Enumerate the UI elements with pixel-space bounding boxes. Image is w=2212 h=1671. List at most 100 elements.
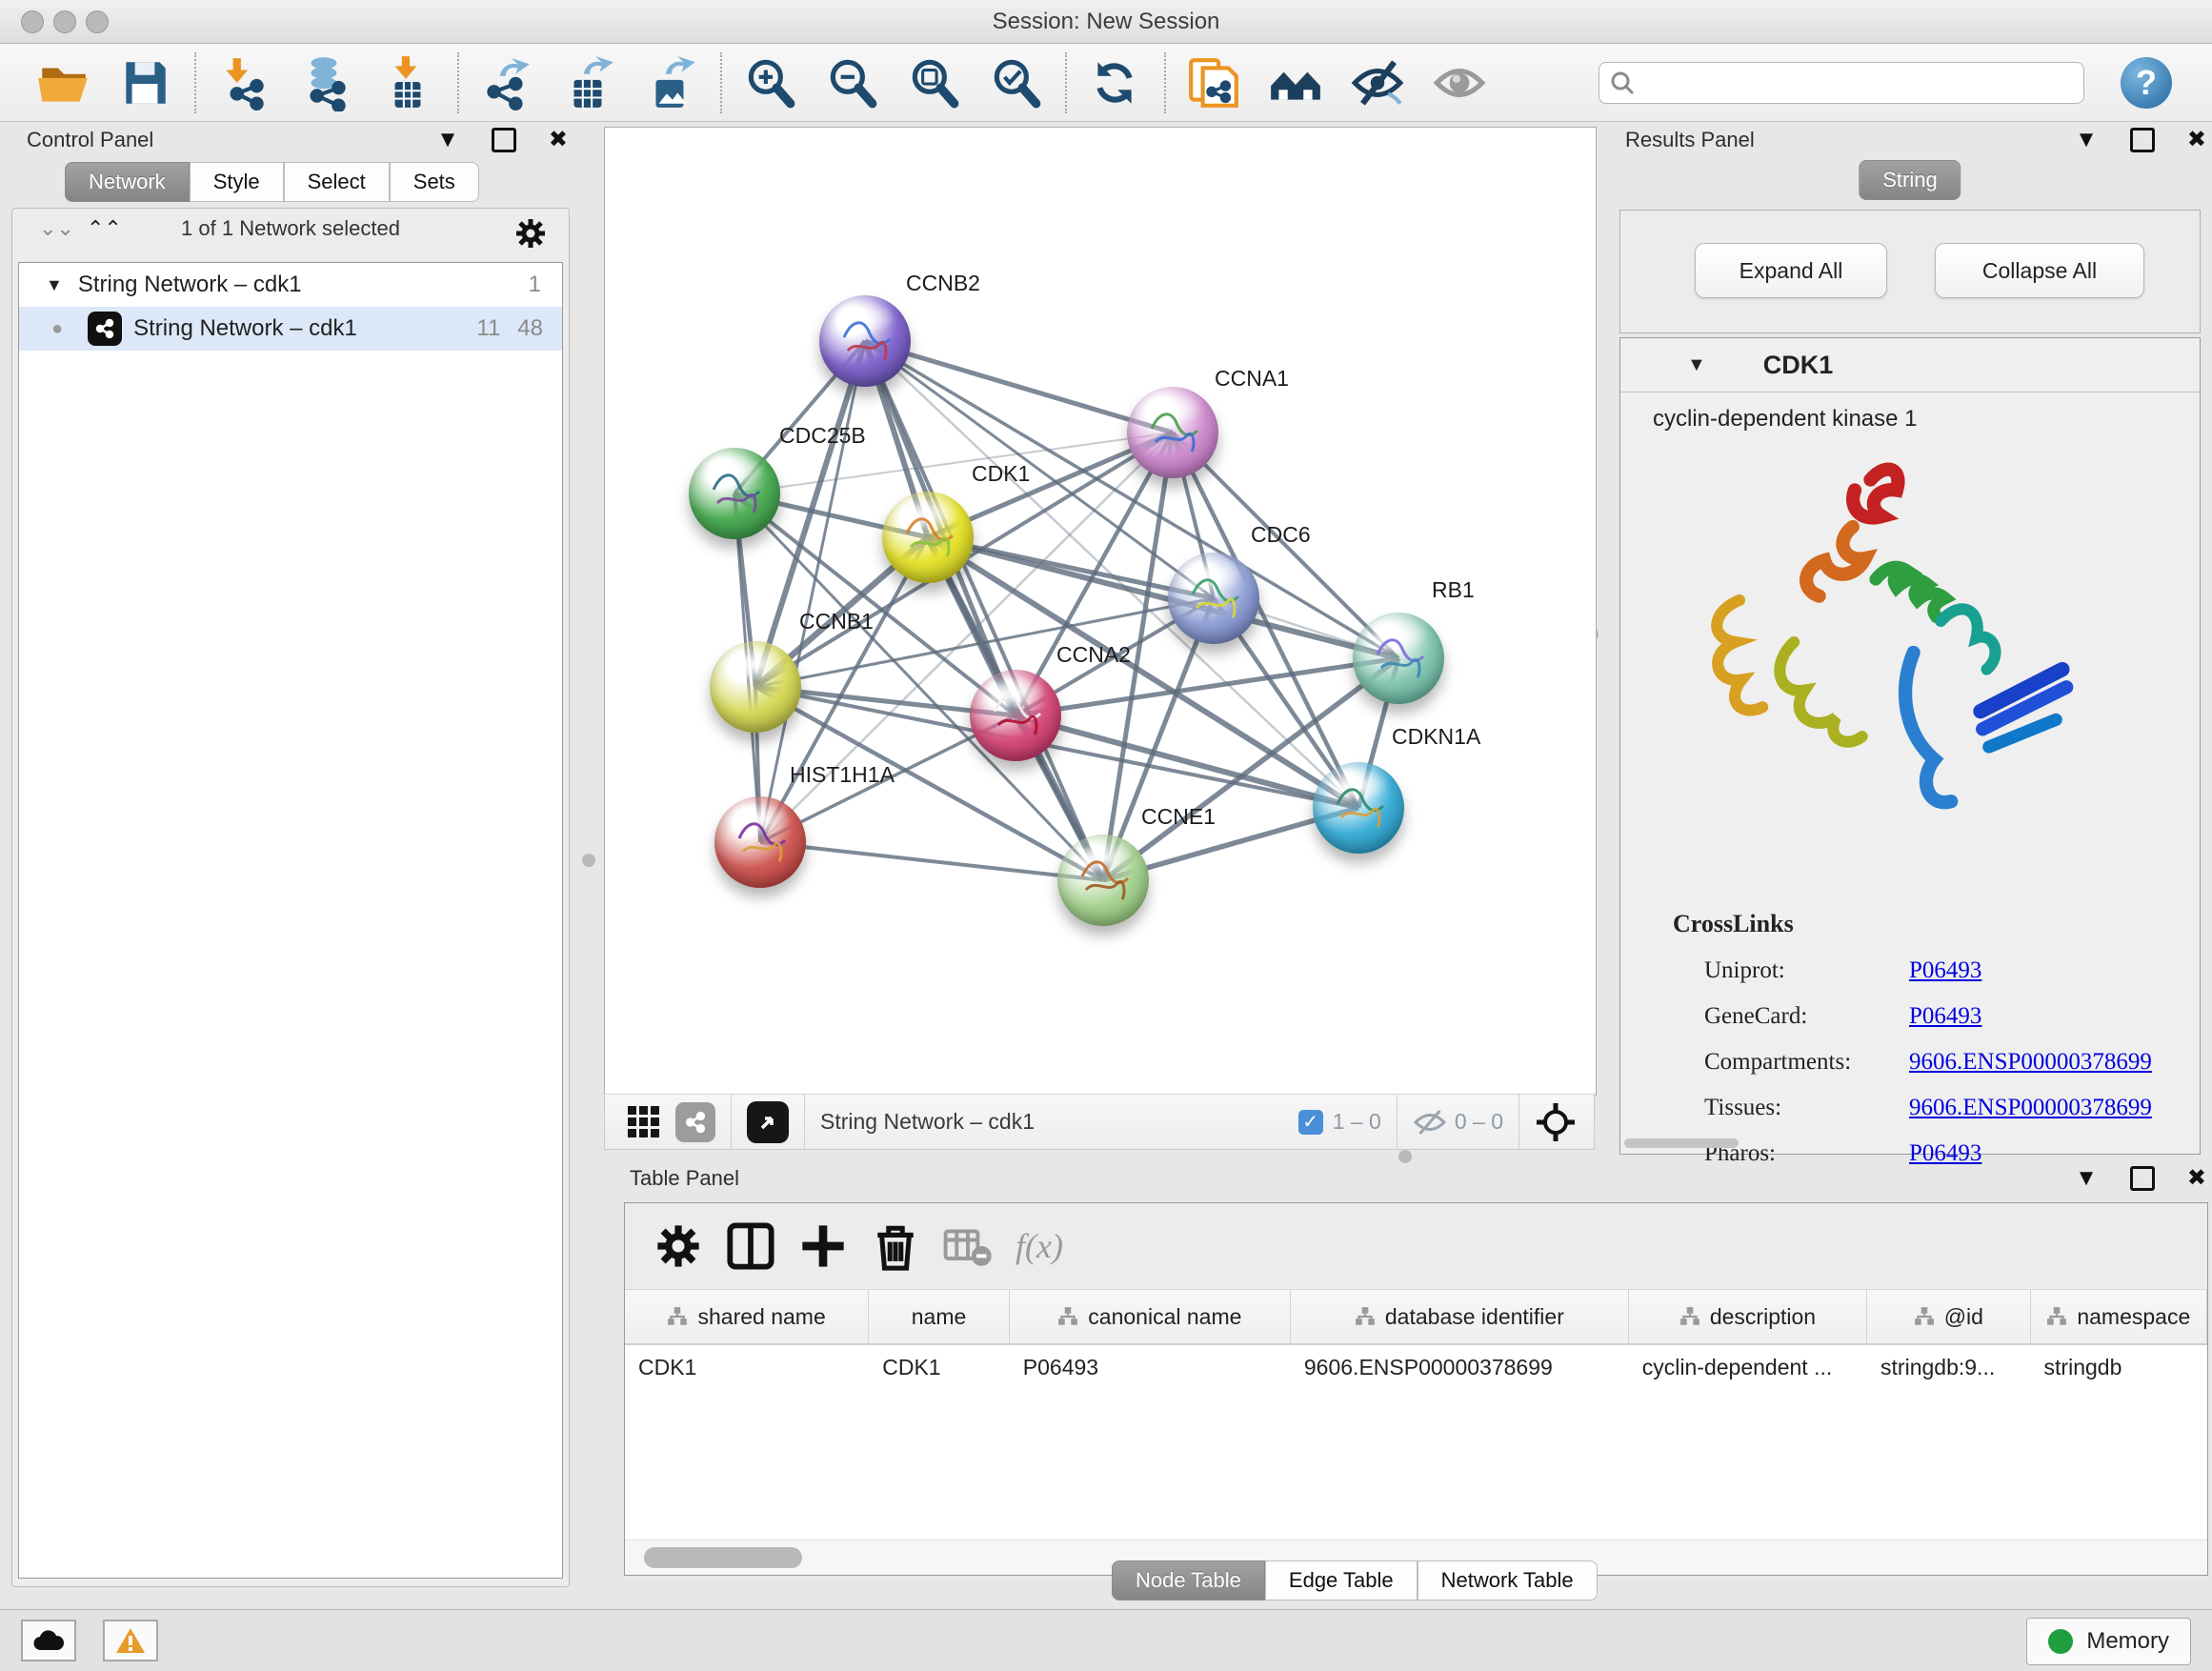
memory-button[interactable]: Memory [2026,1618,2191,1665]
crosslink-value-link[interactable]: 9606.ENSP00000378699 [1909,1049,2152,1076]
crosslink-row: Tissues:9606.ENSP00000378699 [1620,1095,2200,1121]
protein-thumbnail-icon [982,687,1049,744]
zoom-selected-icon[interactable] [987,54,1044,111]
column-header[interactable]: database identifier [1291,1290,1629,1343]
crosslink-value-link[interactable]: P06493 [1909,1003,1981,1030]
column-header-label: @id [1944,1304,1983,1330]
tab-network-table[interactable]: Network Table [1418,1560,1598,1601]
float-panel-icon[interactable] [2130,128,2155,152]
cloud-button[interactable] [21,1620,76,1661]
network-node-ccnb2[interactable] [819,295,911,387]
network-node-cdkn1a[interactable] [1313,762,1404,854]
table-hscroll-thumb[interactable] [644,1547,802,1568]
network-node-ccna1[interactable] [1127,387,1218,478]
crosslink-row: GeneCard:P06493 [1620,1003,2200,1030]
column-type-icon [1679,1306,1700,1327]
export-table-icon[interactable] [560,54,617,111]
panel-menu-icon[interactable]: ▼ [2075,1165,2098,1192]
network-share-badge-icon[interactable] [675,1102,715,1142]
table-options-gear-icon[interactable] [654,1221,703,1271]
panel-menu-icon[interactable]: ▼ [436,127,459,153]
network-options-gear-icon[interactable] [513,216,548,251]
close-panel-icon[interactable]: ✖ [549,126,568,153]
bottom-splitter-handle[interactable] [1398,1150,1412,1163]
fit-selected-crosshair-icon[interactable] [1535,1101,1577,1143]
show-glass-eye-icon[interactable] [1431,54,1488,111]
column-header[interactable]: shared name [625,1290,869,1343]
network-collection-row[interactable]: ▼ String Network – cdk1 1 [19,263,562,307]
tab-sets[interactable]: Sets [390,162,479,202]
string-home-icon[interactable] [1267,54,1324,111]
refresh-icon[interactable] [1086,54,1143,111]
column-header[interactable]: description [1629,1290,1867,1343]
collapse-all-button[interactable]: Collapse All [1935,243,2144,298]
open-session-icon[interactable] [34,54,91,111]
column-header[interactable]: @id [1867,1290,2030,1343]
clone-network-icon[interactable] [1185,54,1242,111]
crosslink-value-link[interactable]: P06493 [1909,1140,1981,1167]
network-node-ccnb1[interactable] [710,641,801,733]
string-node-entry: ▼ CDK1 cyclin-dependent kinase 1 [1619,337,2201,1155]
hide-glass-eye-slash-icon[interactable] [1349,54,1406,111]
zoom-fit-icon[interactable] [905,54,962,111]
column-header[interactable]: canonical name [1010,1290,1291,1343]
column-type-icon [2046,1306,2067,1327]
network-node-ccna2[interactable] [970,670,1061,761]
save-session-icon[interactable] [116,54,173,111]
birds-eye-grid-icon[interactable] [626,1104,662,1140]
tab-network[interactable]: Network [65,162,190,202]
column-header[interactable]: name [869,1290,1010,1343]
expand-all-button[interactable]: Expand All [1695,243,1887,298]
node-label-ccne1: CCNE1 [1141,804,1216,830]
close-panel-icon[interactable]: ✖ [2187,126,2206,153]
network-node-cdc25b[interactable] [689,448,780,539]
status-bar: Memory [0,1609,2212,1671]
search-box[interactable] [1599,62,2084,104]
tab-edge-table[interactable]: Edge Table [1265,1560,1418,1601]
export-image-icon[interactable] [642,54,699,111]
results-scrollbar[interactable] [1624,1138,1739,1148]
add-column-icon[interactable] [798,1221,848,1271]
crosslink-value-link[interactable]: 9606.ENSP00000378699 [1909,1095,2152,1121]
entry-collapse-arrow-icon[interactable]: ▼ [1687,354,1706,376]
toolbar-separator [457,52,459,113]
float-panel-icon[interactable] [2130,1166,2155,1191]
panel-menu-icon[interactable]: ▼ [2075,127,2098,153]
network-row[interactable]: ● String Network – cdk1 11 48 [19,307,562,351]
toolbar-separator [720,52,722,113]
tab-select[interactable]: Select [284,162,390,202]
tab-style[interactable]: Style [190,162,284,202]
tab-node-table[interactable]: Node Table [1112,1560,1265,1601]
open-view-in-window-icon[interactable] [747,1101,789,1143]
column-header[interactable]: namespace [2031,1290,2207,1343]
search-input[interactable] [1636,70,2049,96]
help-button[interactable]: ? [2121,57,2172,109]
table-row[interactable]: CDK1CDK1P064939606.ENSP00000378699cyclin… [625,1345,2207,1389]
node-label-hist1h1a: HIST1H1A [790,762,895,788]
show-columns-icon[interactable] [726,1221,775,1271]
warnings-button[interactable] [103,1620,158,1661]
network-node-cdc6[interactable] [1168,553,1259,644]
network-node-hist1h1a[interactable] [714,796,806,888]
zoom-in-icon[interactable] [741,54,798,111]
zoom-out-icon[interactable] [823,54,880,111]
float-panel-icon[interactable] [492,128,516,152]
tab-string[interactable]: String [1859,160,1961,200]
import-database-icon[interactable] [297,54,354,111]
left-splitter-handle[interactable] [582,854,595,867]
network-canvas[interactable]: CCNB2CCNA1CDC25BCDK1CDC6RB1CCNB1CCNA2CDK… [604,127,1597,1096]
selected-count-checkbox-icon[interactable]: ✓ [1298,1110,1323,1135]
protein-thumbnail-icon [727,814,794,871]
import-table-icon[interactable] [379,54,436,111]
crosslink-value-link[interactable]: P06493 [1909,957,1981,984]
network-node-rb1[interactable] [1353,613,1444,704]
network-node-ccne1[interactable] [1057,835,1149,926]
node-label-rb1: RB1 [1432,577,1475,603]
close-panel-icon[interactable]: ✖ [2187,1164,2206,1192]
network-node-cdk1[interactable] [882,492,974,583]
delete-column-icon[interactable] [871,1221,920,1271]
collection-expand-arrow-icon[interactable]: ▼ [46,275,63,295]
export-network-icon[interactable] [478,54,535,111]
import-network-icon[interactable] [215,54,272,111]
column-type-icon [1057,1306,1078,1327]
